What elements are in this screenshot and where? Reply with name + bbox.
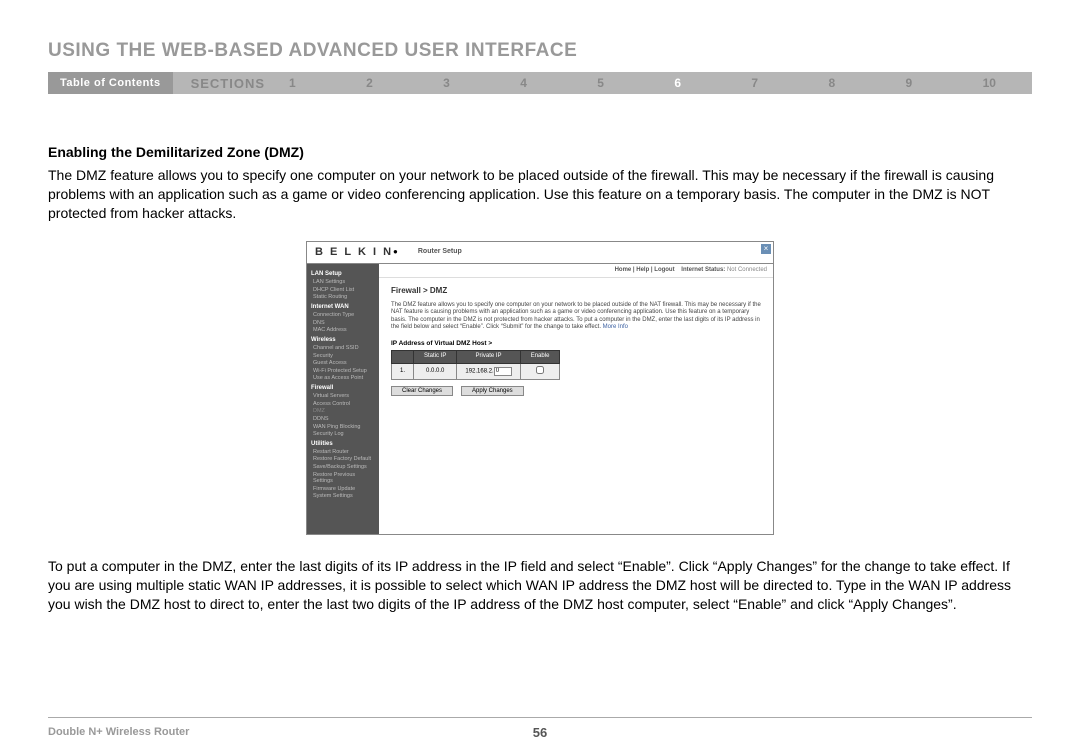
page-number: 56 <box>533 725 547 740</box>
th-blank <box>392 351 414 363</box>
router-main: Home | Help | Logout Internet Status: No… <box>379 264 773 534</box>
section-8[interactable]: 8 <box>822 76 841 90</box>
logo-dot-icon: ● <box>393 247 398 257</box>
belkin-logo: B E L K I N <box>315 246 393 259</box>
status-value: Not Connected <box>727 267 767 273</box>
router-setup-label: Router Setup <box>418 248 462 256</box>
enable-cell <box>520 363 560 379</box>
section-6[interactable]: 6 <box>668 76 687 90</box>
topbar-links[interactable]: Home | Help | Logout <box>615 267 675 273</box>
sb-static-routing[interactable]: Static Routing <box>311 294 375 301</box>
dmz-table: Static IP Private IP Enable 1. 0.0.0.0 1… <box>391 350 560 379</box>
th-static-ip: Static IP <box>414 351 457 363</box>
sb-lan-settings[interactable]: LAN Settings <box>311 279 375 286</box>
breadcrumb: Firewall > DMZ <box>391 286 761 296</box>
row-num: 1. <box>392 363 414 379</box>
sb-guest[interactable]: Guest Access <box>311 360 375 367</box>
section-9[interactable]: 9 <box>900 76 919 90</box>
enable-checkbox[interactable] <box>536 366 544 374</box>
sb-dns[interactable]: DNS <box>311 320 375 327</box>
sb-restore-prev[interactable]: Restore Previous Settings <box>311 472 375 485</box>
sb-ddns[interactable]: DDNS <box>311 416 375 423</box>
section-numbers: 1 2 3 4 5 6 7 8 9 10 <box>283 76 1032 90</box>
router-header: B E L K I N ● Router Setup × <box>307 242 773 264</box>
clear-changes-button[interactable]: Clear Changes <box>391 386 453 396</box>
th-enable: Enable <box>520 351 560 363</box>
static-ip-cell: 0.0.0.0 <box>414 363 457 379</box>
router-sidebar: LAN Setup LAN Settings DHCP Client List … <box>307 264 379 534</box>
sb-firmware[interactable]: Firmware Update <box>311 486 375 493</box>
ip-label: IP Address of Virtual DMZ Host > <box>391 340 761 348</box>
sb-conn-type[interactable]: Connection Type <box>311 312 375 319</box>
sb-security[interactable]: Security <box>311 353 375 360</box>
para-instructions: To put a computer in the DMZ, enter the … <box>48 557 1032 614</box>
status-label: Internet Status: <box>681 267 725 273</box>
router-desc: The DMZ feature allows you to specify on… <box>391 302 761 332</box>
section-10[interactable]: 10 <box>977 76 1002 90</box>
section-bar: Table of Contents SECTIONS 1 2 3 4 5 6 7… <box>48 72 1032 94</box>
sb-utilities[interactable]: Utilities <box>311 441 375 448</box>
private-ip-input[interactable] <box>494 367 512 376</box>
sb-wan-ping[interactable]: WAN Ping Blocking <box>311 424 375 431</box>
sb-wps[interactable]: Wi-Fi Protected Setup <box>311 368 375 375</box>
section-7[interactable]: 7 <box>745 76 764 90</box>
sb-virtual-servers[interactable]: Virtual Servers <box>311 393 375 400</box>
section-4[interactable]: 4 <box>514 76 533 90</box>
sb-save-backup[interactable]: Save/Backup Settings <box>311 464 375 471</box>
sb-internet-wan[interactable]: Internet WAN <box>311 304 375 311</box>
page-title: USING THE WEB-BASED ADVANCED USER INTERF… <box>48 40 1032 62</box>
sections-label: SECTIONS <box>173 76 283 91</box>
toc-link[interactable]: Table of Contents <box>48 72 173 94</box>
sb-ap[interactable]: Use as Access Point <box>311 375 375 382</box>
table-row: 1. 0.0.0.0 192.168.2. <box>392 363 560 379</box>
sb-system[interactable]: System Settings <box>311 493 375 500</box>
para-intro: The DMZ feature allows you to specify on… <box>48 166 1032 223</box>
section-5[interactable]: 5 <box>591 76 610 90</box>
section-1[interactable]: 1 <box>283 76 302 90</box>
section-2[interactable]: 2 <box>360 76 379 90</box>
close-icon[interactable]: × <box>761 244 771 254</box>
sb-channel[interactable]: Channel and SSID <box>311 345 375 352</box>
private-ip-cell: 192.168.2. <box>457 363 520 379</box>
sub-heading: Enabling the Demilitarized Zone (DMZ) <box>48 144 1032 160</box>
section-3[interactable]: 3 <box>437 76 456 90</box>
sb-sec-log[interactable]: Security Log <box>311 431 375 438</box>
th-private-ip: Private IP <box>457 351 520 363</box>
apply-changes-button[interactable]: Apply Changes <box>461 386 524 396</box>
sb-access-control[interactable]: Access Control <box>311 401 375 408</box>
sb-restore-default[interactable]: Restore Factory Default <box>311 456 375 463</box>
sb-lan-setup[interactable]: LAN Setup <box>311 271 375 278</box>
sb-firewall[interactable]: Firewall <box>311 385 375 392</box>
router-screenshot: B E L K I N ● Router Setup × LAN Setup L… <box>306 241 774 535</box>
sb-dmz[interactable]: DMZ <box>311 408 375 415</box>
sb-restart[interactable]: Restart Router <box>311 449 375 456</box>
page-footer: Double N+ Wireless Router 56 <box>48 717 1032 738</box>
router-topbar: Home | Help | Logout Internet Status: No… <box>379 264 773 278</box>
product-name: Double N+ Wireless Router <box>48 726 189 738</box>
more-info-link[interactable]: More Info <box>603 324 628 330</box>
sb-dhcp[interactable]: DHCP Client List <box>311 287 375 294</box>
sb-wireless[interactable]: Wireless <box>311 337 375 344</box>
sb-mac[interactable]: MAC Address <box>311 327 375 334</box>
